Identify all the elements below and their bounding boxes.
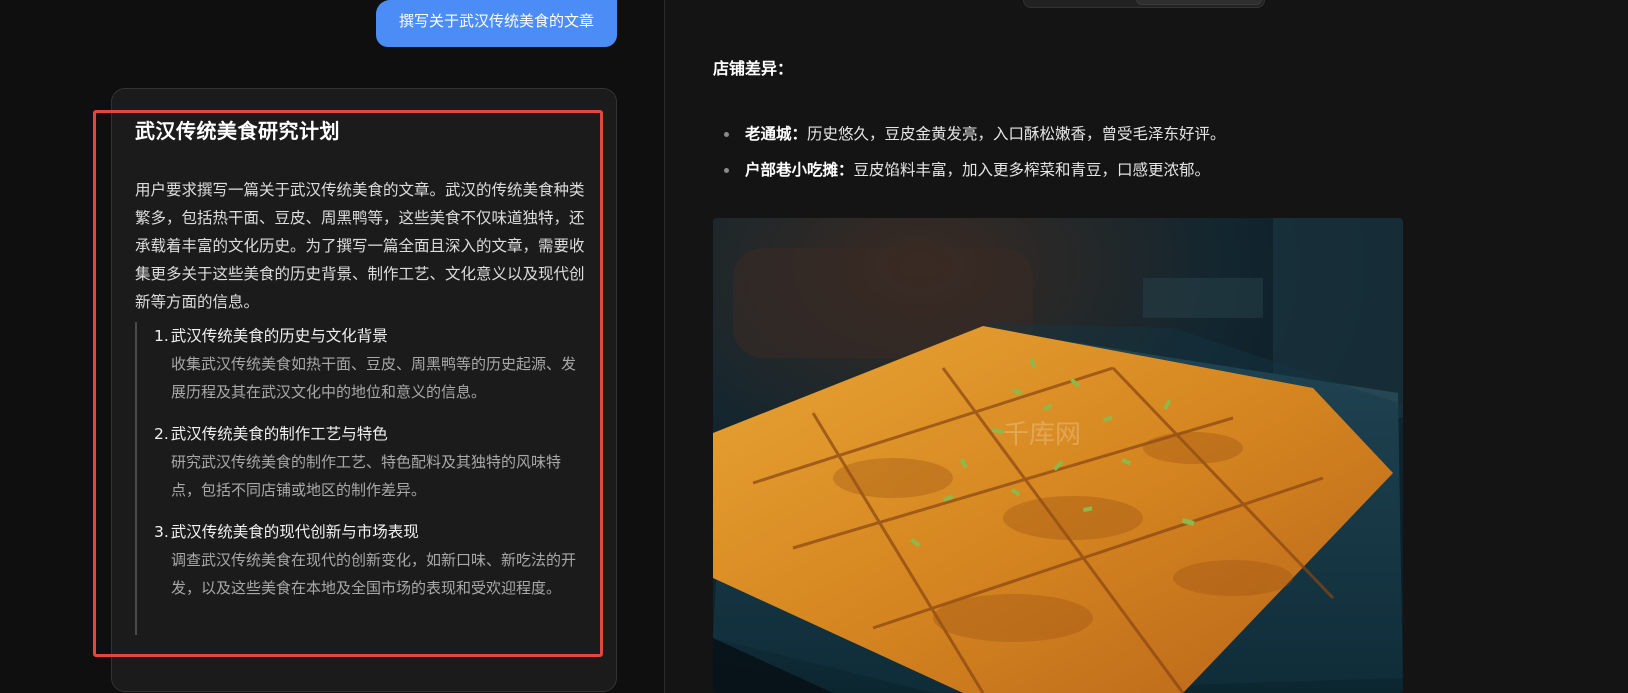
- view-toggle[interactable]: [1023, 0, 1265, 8]
- plan-title: 武汉传统美食研究计划: [135, 119, 340, 143]
- shop-description: 历史悠久，豆皮金黄发亮，入口酥松嫩香，曾受毛泽东好评。: [807, 125, 1226, 143]
- step-title: 武汉传统美食的现代创新与市场表现: [170, 523, 419, 541]
- user-message-bubble: 撰写关于武汉传统美食的文章: [376, 0, 617, 47]
- list-item: 老通城：历史悠久，豆皮金黄发亮，入口酥松嫩香，曾受毛泽东好评。: [713, 116, 1573, 152]
- food-photo-illustration: 千库网: [713, 218, 1403, 693]
- step-description: 研究武汉传统美食的制作工艺、特色配料及其独特的风味特点，包括不同店铺或地区的制作…: [171, 453, 562, 499]
- plan-step: 3. 武汉传统美食的现代创新与市场表现 调查武汉传统美食在现代的创新变化，如新口味…: [154, 518, 590, 602]
- bullet-icon: [724, 132, 729, 137]
- plan-steps-list: 1. 武汉传统美食的历史与文化背景 收集武汉传统美食如热干面、豆皮、周黑鸭等的历史…: [135, 322, 590, 635]
- plan-step: 1. 武汉传统美食的历史与文化背景 收集武汉传统美食如热干面、豆皮、周黑鸭等的历史…: [154, 322, 590, 406]
- step-number: 2.: [154, 425, 169, 443]
- step-title: 武汉传统美食的历史与文化背景: [170, 327, 388, 345]
- watermark-text: 千库网: [1003, 420, 1081, 450]
- doupi-food-photo: 千库网: [713, 218, 1403, 693]
- chat-panel: 撰写关于武汉传统美食的文章 武汉传统美食研究计划 用户要求撰写一篇关于武汉传统美…: [0, 0, 664, 693]
- shop-name: 老通城: [745, 125, 792, 143]
- step-number: 1.: [154, 327, 169, 345]
- step-number: 3.: [154, 523, 169, 541]
- plan-step: 2. 武汉传统美食的制作工艺与特色 研究武汉传统美食的制作工艺、特色配料及其独特的…: [154, 420, 590, 504]
- list-item: 户部巷小吃摊：豆皮馅料丰富，加入更多榨菜和青豆，口感更浓郁。: [713, 152, 1573, 188]
- step-title: 武汉传统美食的制作工艺与特色: [170, 425, 388, 443]
- step-description: 调查武汉传统美食在现代的创新变化，如新口味、新吃法的开发，以及这些美食在本地及全…: [171, 551, 577, 597]
- app-root: 撰写关于武汉传统美食的文章 武汉传统美食研究计划 用户要求撰写一篇关于武汉传统美…: [0, 0, 1628, 693]
- view-toggle-active-tab[interactable]: [1136, 0, 1262, 5]
- shop-differences-list: 老通城：历史悠久，豆皮金黄发亮，入口酥松嫩香，曾受毛泽东好评。 户部巷小吃摊：豆…: [713, 116, 1573, 188]
- shop-description: 豆皮馅料丰富，加入更多榨菜和青豆，口感更浓郁。: [853, 161, 1211, 179]
- plan-intro: 用户要求撰写一篇关于武汉传统美食的文章。武汉的传统美食种类繁多，包括热干面、豆皮…: [135, 181, 585, 311]
- section-heading: 店铺差异：: [713, 59, 794, 78]
- bullet-icon: [724, 168, 729, 173]
- step-description: 收集武汉传统美食如热干面、豆皮、周黑鸭等的历史起源、发展历程及其在武汉文化中的地…: [171, 355, 577, 401]
- shop-name: 户部巷小吃摊: [745, 161, 839, 179]
